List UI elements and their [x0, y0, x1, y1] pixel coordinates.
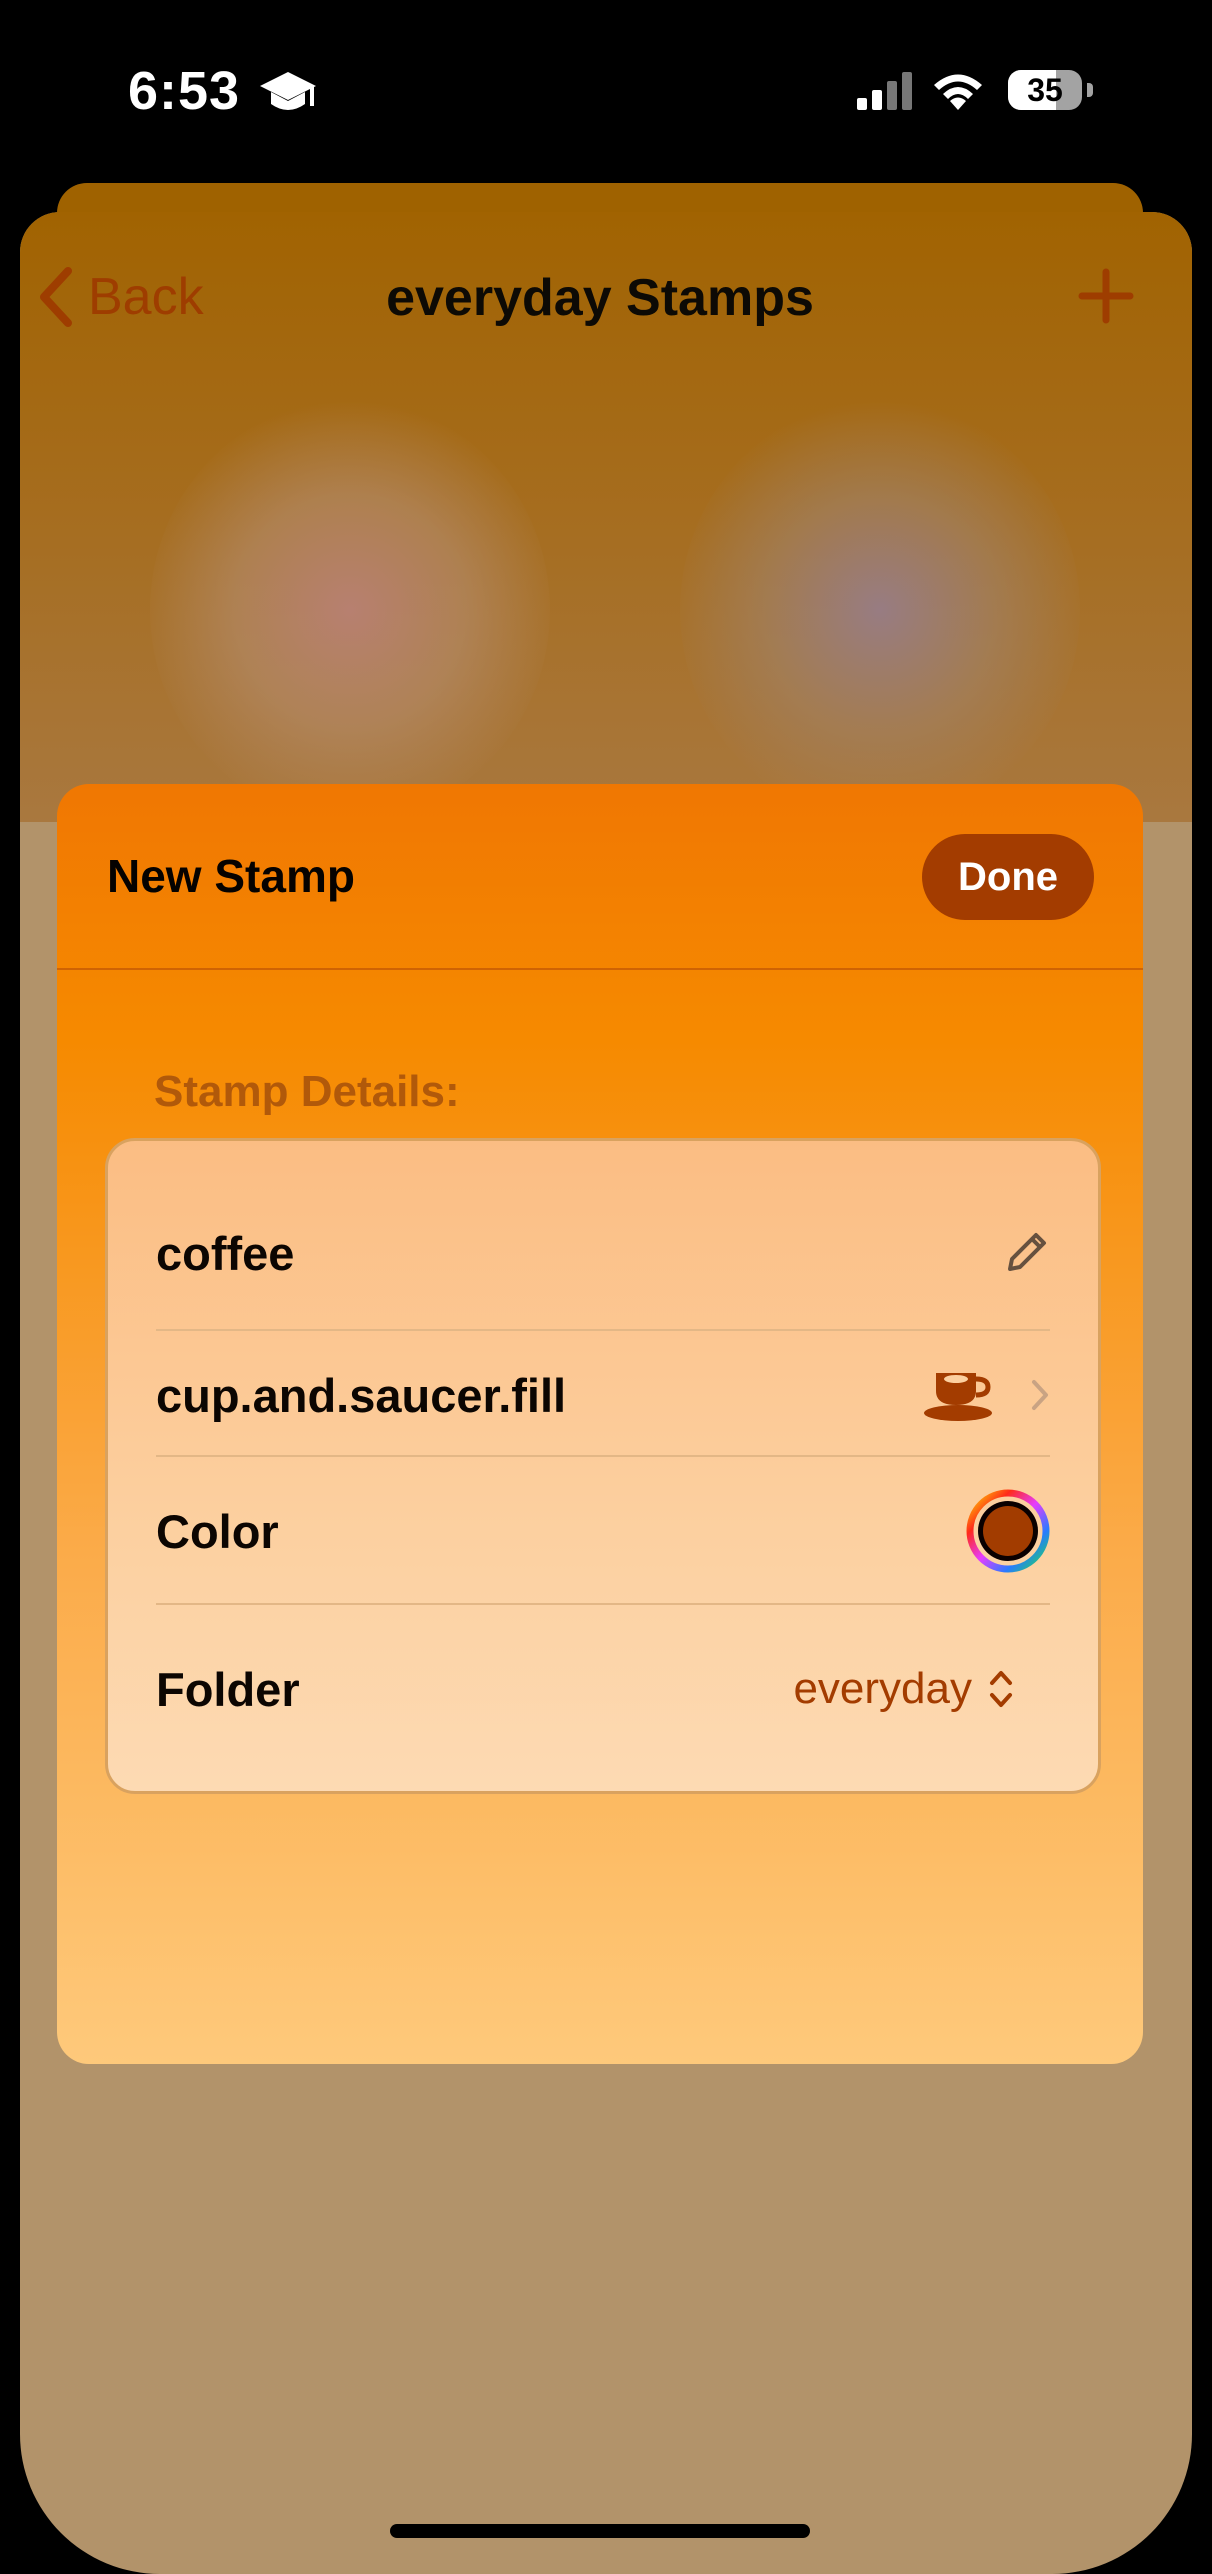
folder-label: Folder	[156, 1662, 300, 1716]
color-swatch	[983, 1506, 1033, 1556]
cellular-signal-icon	[857, 72, 912, 110]
sheet-header: New Stamp Done	[57, 784, 1143, 970]
battery-level: 35	[1027, 72, 1063, 108]
pencil-icon[interactable]	[1002, 1229, 1050, 1277]
color-well[interactable]	[966, 1489, 1050, 1573]
stamp-details-card: coffee cup.and.saucer.fill Color Folder …	[105, 1138, 1101, 1794]
wifi-icon	[934, 74, 982, 110]
chevron-right-icon	[1032, 1380, 1048, 1410]
chevron-up-down-icon	[990, 1671, 1012, 1707]
divider	[156, 1329, 1050, 1331]
back-label: Back	[88, 268, 204, 326]
folder-picker[interactable]: everyday	[793, 1664, 1014, 1714]
section-label: Stamp Details:	[154, 1067, 460, 1116]
blurred-stamp-thumbnail	[680, 400, 1080, 820]
divider	[156, 1603, 1050, 1605]
chevron-left-icon	[40, 267, 72, 327]
home-indicator[interactable]	[390, 2524, 810, 2538]
stamp-name-row[interactable]: coffee	[156, 1198, 1050, 1308]
new-stamp-sheet: New Stamp Done Stamp Details: coffee cup…	[57, 784, 1143, 2064]
folder-row[interactable]: Folder everyday	[156, 1609, 1050, 1769]
symbol-name: cup.and.saucer.fill	[156, 1368, 567, 1422]
blurred-stamp-thumbnail	[150, 400, 550, 820]
battery-icon: 35	[1008, 70, 1082, 110]
plus-icon[interactable]	[1078, 268, 1134, 324]
color-label: Color	[156, 1504, 279, 1558]
folder-value: everyday	[793, 1664, 972, 1713]
sheet-title: New Stamp	[107, 850, 355, 902]
stamp-symbol-row[interactable]: cup.and.saucer.fill	[156, 1335, 1050, 1455]
status-bar: 6:53 35	[0, 0, 1212, 180]
page-title: everyday Stamps	[386, 269, 814, 327]
graduation-cap-icon	[260, 72, 316, 110]
device-frame: 6:53 35 Back everyday Stamps New Stamp D…	[0, 0, 1212, 2574]
battery-cap	[1087, 83, 1093, 97]
color-row[interactable]: Color	[156, 1461, 1050, 1601]
back-button[interactable]: Back	[38, 262, 204, 332]
stamp-name-field[interactable]: coffee	[156, 1226, 294, 1281]
status-time: 6:53	[128, 61, 241, 121]
divider	[156, 1455, 1050, 1457]
done-button[interactable]: Done	[922, 834, 1094, 920]
cup-and-saucer-icon	[924, 1373, 992, 1421]
